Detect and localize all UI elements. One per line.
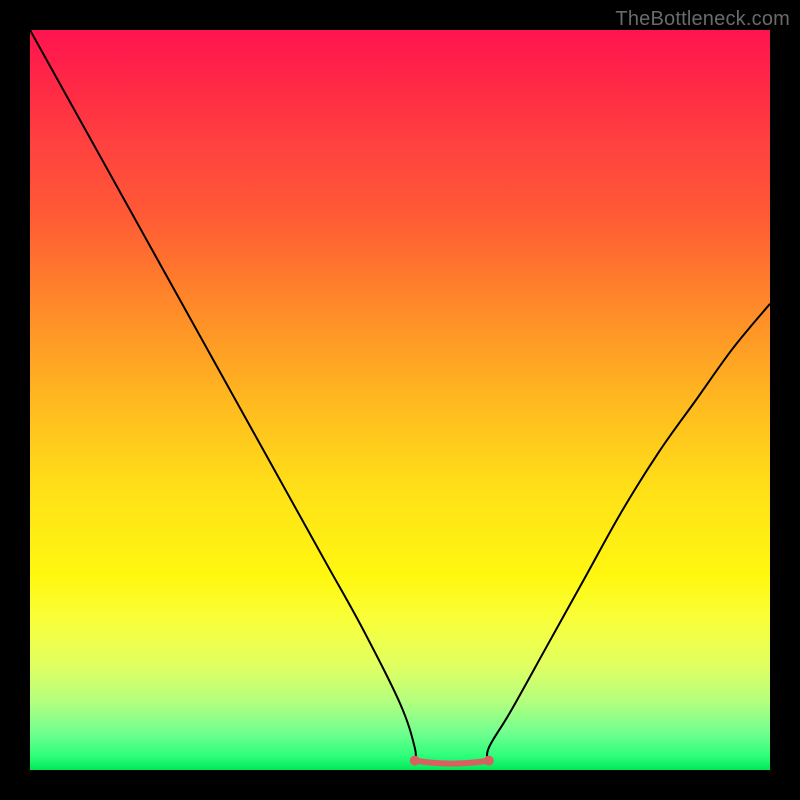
flat-minimum-dot-left <box>410 756 420 766</box>
bottleneck-curve <box>30 30 770 770</box>
plot-area <box>30 30 770 770</box>
watermark-text: TheBottleneck.com <box>615 8 790 31</box>
curve-right-path <box>487 304 770 763</box>
flat-minimum-path <box>415 761 489 764</box>
chart-container: TheBottleneck.com <box>0 0 800 800</box>
flat-minimum-dot-right <box>484 756 494 766</box>
curve-left-path <box>30 30 416 763</box>
